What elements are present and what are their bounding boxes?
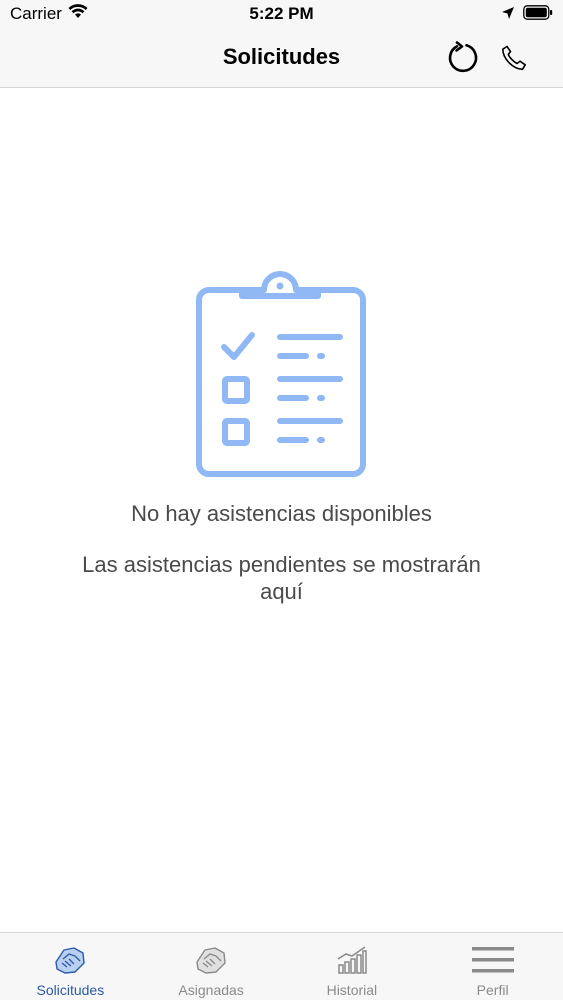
empty-state-title: No hay asistencias disponibles	[131, 501, 432, 526]
tab-historial[interactable]: Historial	[282, 933, 423, 1000]
tab-label: Solicitudes	[36, 982, 105, 998]
tab-label: Perfil	[476, 982, 509, 998]
tab-label: Asignadas	[178, 982, 244, 998]
clipboard-checklist-icon	[196, 271, 368, 479]
refresh-button[interactable]	[443, 40, 483, 80]
tab-label: Historial	[326, 982, 378, 998]
location-arrow-icon	[501, 6, 515, 25]
tab-perfil[interactable]: Perfil	[422, 933, 563, 1000]
bar-chart-icon	[330, 943, 374, 977]
phone-icon	[500, 44, 528, 77]
call-button[interactable]	[494, 40, 534, 80]
battery-icon	[523, 5, 553, 25]
handshake-icon	[189, 943, 233, 977]
navigation-bar: Solicitudes	[0, 30, 563, 88]
status-right	[501, 5, 553, 25]
menu-icon	[471, 943, 515, 977]
empty-state-subtitle: Las asistencias pendientes se mostrarán …	[82, 552, 481, 604]
status-time: 5:22 PM	[249, 4, 314, 23]
refresh-icon	[446, 40, 480, 80]
tab-bar: Solicitudes Asignadas Historial Perfil	[0, 932, 563, 1000]
tab-asignadas[interactable]: Asignadas	[141, 933, 282, 1000]
status-bar: Carrier 5:22 PM	[0, 0, 563, 30]
handshake-icon	[48, 943, 92, 977]
tab-solicitudes[interactable]: Solicitudes	[0, 933, 141, 1000]
